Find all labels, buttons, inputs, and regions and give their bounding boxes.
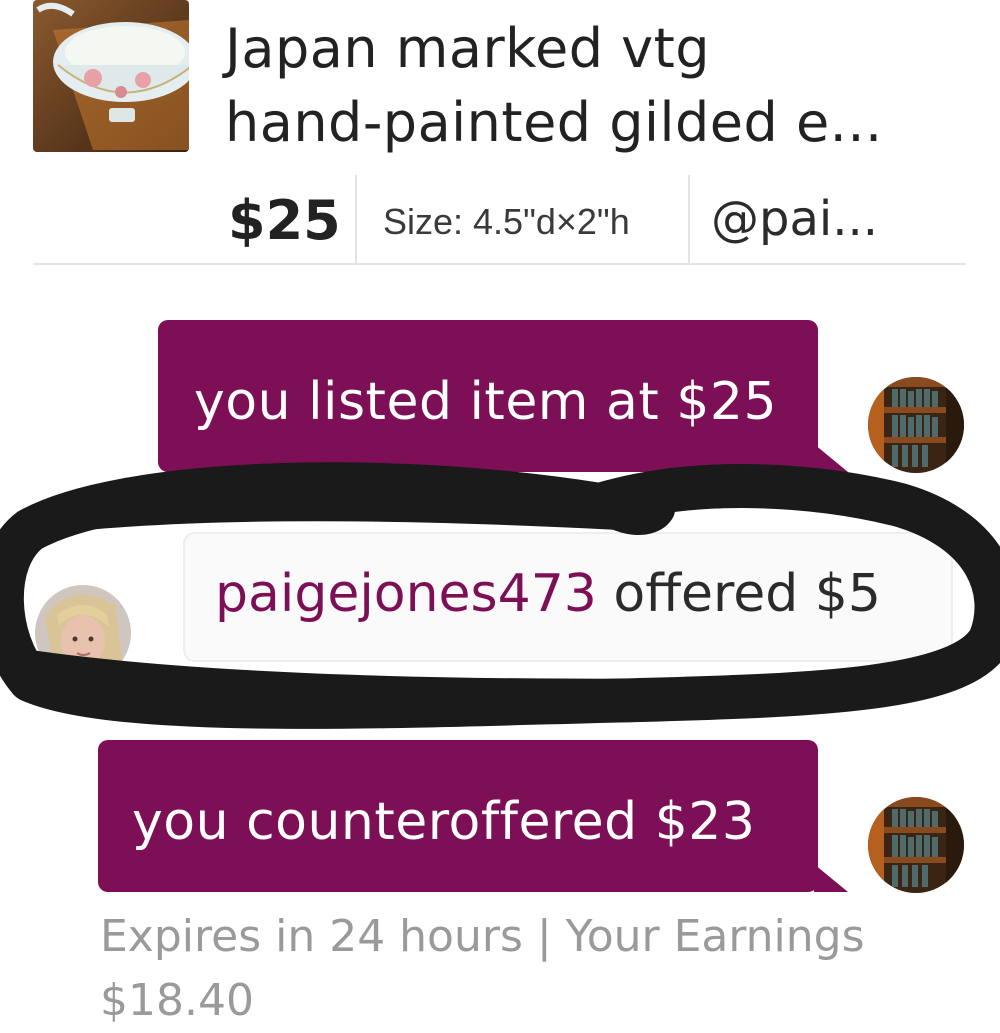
message-counteroffer: you counteroffered $23 (98, 740, 848, 892)
seller-username[interactable]: @pai... (711, 191, 878, 247)
footer-expiry-earnings: Expires in 24 hours | Your Earnings (100, 911, 865, 962)
offer-text: offered $5 (596, 564, 881, 624)
my-avatar[interactable] (868, 797, 964, 893)
offer-footer: Expires in 24 hours | Your Earnings $18.… (100, 905, 920, 1033)
buyer-username-link[interactable]: paigejones473 (215, 564, 597, 624)
message-text: you listed item at $25 (194, 372, 778, 432)
my-avatar[interactable] (868, 377, 964, 473)
meta-divider (355, 175, 357, 263)
listing-title[interactable]: Japan marked vtg hand-painted gilded e..… (225, 12, 985, 160)
message-offer: paigejones473 offered $5 (183, 532, 953, 662)
listing-title-line1: Japan marked vtg (225, 17, 711, 80)
message-listed: you listed item at $25 (158, 320, 848, 472)
listing-size: Size: 4.5"d×2"h (383, 201, 630, 242)
listing-meta-row: $25 Size: 4.5"d×2"h @pai... (33, 175, 966, 265)
listing-price: $25 (228, 189, 341, 252)
meta-divider (688, 175, 690, 263)
buyer-avatar[interactable] (35, 585, 131, 681)
listing-title-line2: hand-painted gilded e... (225, 91, 883, 154)
listing-thumbnail[interactable] (33, 0, 189, 152)
message-text: you counteroffered $23 (132, 792, 756, 852)
footer-earnings-value: $18.40 (100, 975, 254, 1026)
